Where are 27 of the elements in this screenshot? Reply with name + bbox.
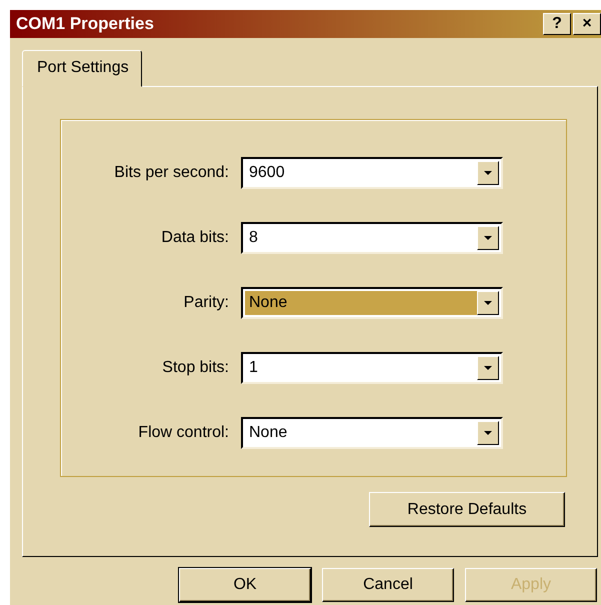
tab[interactable]: Port Settings	[22, 50, 142, 87]
dropdown-arrow-button[interactable]	[477, 160, 499, 184]
dropdown-field[interactable]: 8	[241, 222, 503, 254]
dropdown-arrow-button[interactable]	[477, 290, 499, 314]
restore-defaults-button[interactable]: Restore Defaults	[369, 492, 565, 527]
caret-icon	[484, 236, 492, 240]
field-label: Data bits:	[160, 228, 230, 248]
dropdown-field[interactable]: None	[241, 286, 503, 318]
dropdown-arrow-button[interactable]	[477, 356, 499, 380]
field-label: Flow control:	[137, 422, 230, 442]
dropdown-field[interactable]: None	[241, 416, 503, 448]
help-button[interactable]: ?	[543, 13, 571, 35]
dropdown-arrow-button[interactable]	[477, 420, 499, 444]
caret-icon	[484, 366, 492, 370]
close-button[interactable]: ×	[573, 13, 601, 35]
caret-icon	[484, 170, 492, 174]
caret-icon	[484, 430, 492, 434]
field-label: Parity:	[182, 292, 230, 312]
caret-icon	[484, 300, 492, 304]
dropdown-field[interactable]: 1	[241, 352, 503, 384]
field-label: Stop bits:	[161, 358, 230, 378]
dialog-button[interactable]: Cancel	[322, 568, 454, 602]
window-title: COM1 Properties	[16, 13, 155, 36]
field-label: Bits per second:	[113, 162, 230, 182]
dropdown-field[interactable]: 9600	[241, 156, 503, 188]
dropdown-arrow-button[interactable]	[477, 226, 499, 250]
dialog-button[interactable]: OK	[179, 568, 311, 602]
